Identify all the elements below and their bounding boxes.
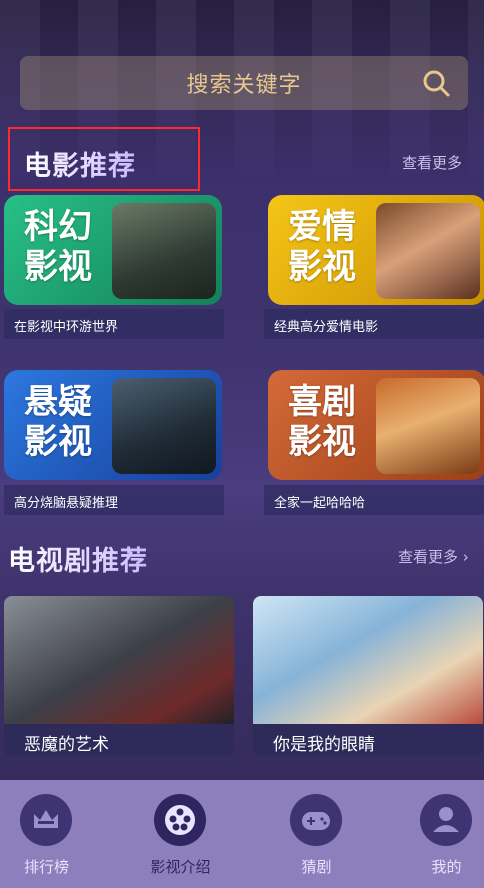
card-poster xyxy=(376,203,480,299)
category-card-comedy[interactable]: 喜剧 影视 xyxy=(268,370,484,480)
tab-ranking[interactable]: 排行榜 xyxy=(0,780,107,888)
chevron-right-icon: › xyxy=(462,548,469,566)
card-label: 爱情 影视 xyxy=(288,207,356,287)
tv-poster xyxy=(4,596,234,724)
movies-section-title: 电影推荐 xyxy=(24,144,136,183)
tab-guess-drama[interactable]: 猜剧 xyxy=(256,780,377,888)
card-subtitle: 全家一起哈哈哈 xyxy=(264,485,484,515)
tv-poster xyxy=(253,596,483,724)
tv-card[interactable]: 恶魔的艺术 xyxy=(4,596,234,756)
tv-caption: 恶魔的艺术 xyxy=(4,724,234,756)
category-card-romance[interactable]: 爱情 影视 xyxy=(268,195,484,305)
film-reel-icon xyxy=(154,794,206,846)
search-bar[interactable]: 搜索关键字 xyxy=(20,56,468,110)
card-label: 喜剧 影视 xyxy=(288,382,356,462)
card-subtitle: 高分烧脑悬疑推理 xyxy=(4,485,224,515)
tab-label: 影视介绍 xyxy=(150,858,211,876)
movies-more-link[interactable]: 查看更多 xyxy=(402,152,462,173)
card-label: 悬疑 影视 xyxy=(24,382,92,462)
tv-card[interactable]: 你是我的眼睛 xyxy=(253,596,483,756)
tab-movie-intro[interactable]: 影视介绍 xyxy=(120,780,241,888)
card-poster xyxy=(376,378,480,474)
card-subtitle: 在影视中环游世界 xyxy=(4,309,224,339)
tab-label: 排行榜 xyxy=(23,858,69,876)
tv-more-link[interactable]: 查看更多 › xyxy=(398,546,469,567)
user-icon xyxy=(420,794,472,846)
crown-icon xyxy=(20,794,72,846)
tv-caption: 你是我的眼睛 xyxy=(253,724,483,756)
card-label: 科幻 影视 xyxy=(24,207,92,287)
category-card-mystery[interactable]: 悬疑 影视 xyxy=(4,370,222,480)
card-poster xyxy=(112,378,216,474)
tv-section-title: 电视剧推荐 xyxy=(8,539,148,578)
category-card-scifi[interactable]: 科幻 影视 xyxy=(4,195,222,305)
card-subtitle: 经典高分爱情电影 xyxy=(264,309,484,339)
card-poster xyxy=(112,203,216,299)
tab-mine[interactable]: 我的 xyxy=(386,780,484,888)
bottom-tab-bar: 排行榜 影视介绍 猜剧 我的 xyxy=(0,780,484,888)
search-placeholder: 搜索关键字 xyxy=(186,73,302,98)
tab-label: 我的 xyxy=(431,858,462,876)
search-icon[interactable] xyxy=(422,69,450,97)
gamepad-icon xyxy=(290,794,342,846)
tab-label: 猜剧 xyxy=(301,858,332,876)
